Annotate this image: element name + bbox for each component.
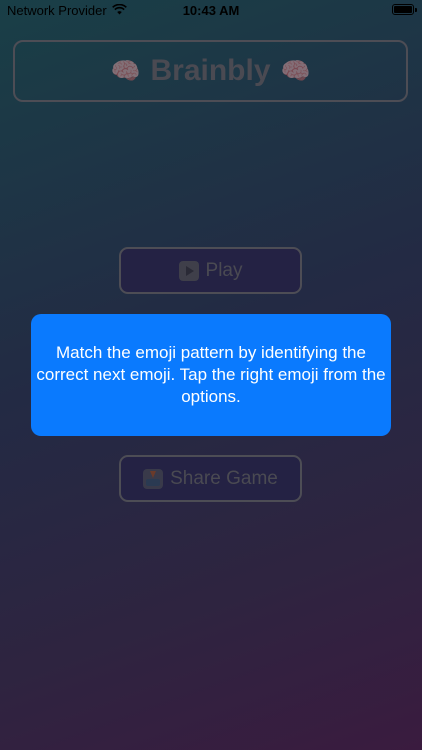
- status-time: 10:43 AM: [182, 3, 240, 18]
- brain-icon: 🧠: [280, 57, 311, 85]
- brain-icon: 🧠: [110, 57, 141, 85]
- play-button[interactable]: Play: [119, 247, 302, 294]
- instructions-tooltip[interactable]: Match the emoji pattern by identifying t…: [31, 314, 391, 436]
- play-button-label: Play: [205, 259, 243, 281]
- inbox-tray-icon: [143, 468, 164, 489]
- battery-level: [394, 6, 412, 13]
- app-title: Brainbly: [150, 54, 271, 87]
- app-title-banner: 🧠 Brainbly 🧠: [13, 40, 408, 102]
- play-icon: [178, 260, 199, 281]
- battery-icon: [392, 4, 417, 15]
- status-bar: Network Provider 10:43 AM: [0, 0, 422, 22]
- share-button-label: Share Game: [170, 467, 278, 489]
- share-game-button[interactable]: Share Game: [119, 455, 302, 502]
- instructions-text: Match the emoji pattern by identifying t…: [36, 343, 386, 406]
